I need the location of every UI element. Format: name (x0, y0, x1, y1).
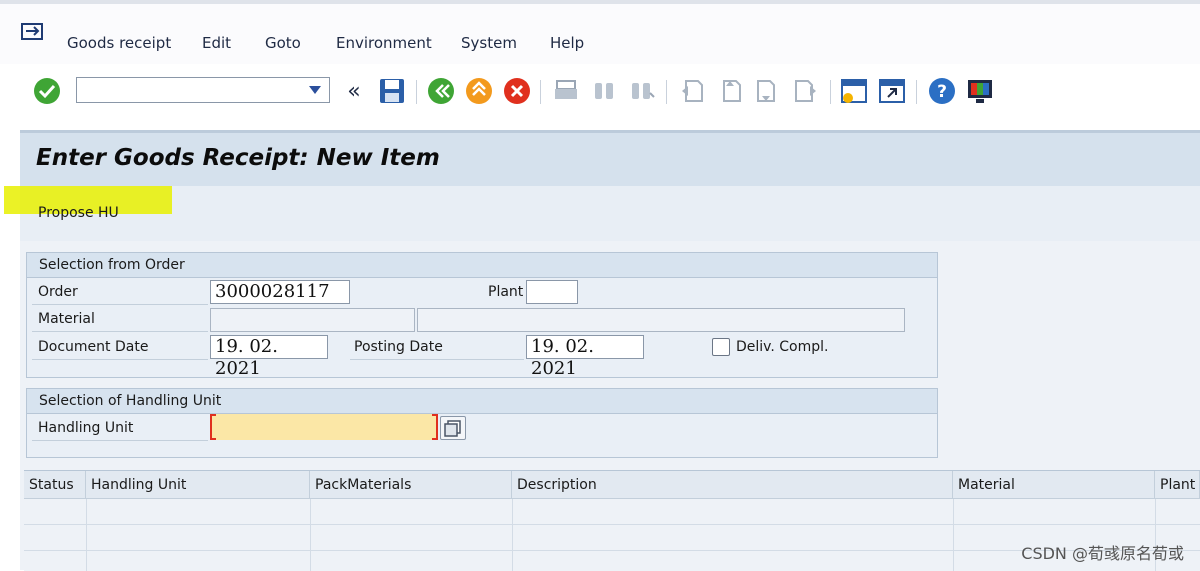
material-description-field (417, 308, 905, 332)
plant-label: Plant (488, 284, 524, 300)
watermark: CSDN @荀彧原名荀或 (1021, 544, 1184, 563)
column-header-material[interactable]: Material (953, 471, 1155, 499)
find-icon[interactable] (590, 77, 618, 105)
posting-date-field[interactable]: 19. 02. 2021 (526, 335, 644, 379)
handling-unit-field[interactable] (210, 414, 438, 440)
deliv-compl-label: Deliv. Compl. (736, 339, 829, 355)
document-date-label: Document Date (38, 339, 149, 355)
toolbar-separator (666, 80, 667, 104)
find-next-icon[interactable] (628, 77, 656, 105)
command-field[interactable] (76, 77, 330, 103)
column-header-status[interactable]: Status (24, 471, 86, 499)
next-page-icon[interactable] (754, 77, 782, 105)
toolbar-separator (416, 80, 417, 104)
last-page-icon[interactable] (792, 77, 820, 105)
order-label: Order (38, 284, 78, 300)
material-label: Material (38, 311, 95, 327)
posting-date-label: Posting Date (354, 339, 443, 355)
label-underline (32, 440, 208, 441)
toolbar-separator (540, 80, 541, 104)
menu-environment[interactable]: Environment (336, 34, 432, 52)
order-field[interactable]: 3000028117 (210, 280, 350, 304)
previous-page-icon[interactable] (716, 77, 744, 105)
menu-bar: Goods receipt Edit Goto Environment Syst… (0, 0, 1200, 64)
double-chevron-left-icon[interactable]: « (340, 77, 368, 105)
create-session-icon[interactable] (840, 77, 868, 105)
label-underline (32, 359, 208, 360)
handling-unit-label: Handling Unit (38, 420, 134, 436)
customize-layout-icon[interactable] (966, 77, 994, 105)
page-title: Enter Goods Receipt: New Item (36, 145, 440, 171)
label-underline (350, 359, 524, 360)
generate-shortcut-icon[interactable] (878, 77, 906, 105)
required-bracket-right (432, 414, 438, 440)
cancel-icon[interactable] (503, 77, 531, 105)
group-header: Selection of Handling Unit (27, 389, 937, 414)
toolbar-separator (830, 80, 831, 104)
save-icon[interactable] (378, 77, 406, 105)
propose-hu-button[interactable]: Propose HU (38, 205, 119, 221)
label-underline (32, 304, 208, 305)
table-row[interactable] (24, 499, 1200, 525)
document-date-field[interactable]: 19. 02. 2021 (210, 335, 328, 379)
required-bracket-left (210, 414, 216, 440)
group-selection-of-handling-unit: Selection of Handling Unit (26, 388, 938, 458)
deliv-compl-checkbox[interactable] (712, 338, 730, 356)
sap-menu-icon[interactable] (20, 22, 46, 46)
menu-goto[interactable]: Goto (265, 34, 301, 52)
column-header-handling-unit[interactable]: Handling Unit (86, 471, 310, 499)
menu-system[interactable]: System (461, 34, 517, 52)
menu-goods-receipt[interactable]: Goods receipt (67, 34, 171, 52)
first-page-icon[interactable] (678, 77, 706, 105)
column-header-packmaterials[interactable]: PackMaterials (310, 471, 512, 499)
standard-toolbar: « ? (0, 64, 1200, 118)
dropdown-icon[interactable] (309, 86, 321, 94)
column-header-description[interactable]: Description (512, 471, 953, 499)
toolbar-separator (916, 80, 917, 104)
title-bar: Enter Goods Receipt: New Item (20, 130, 1200, 186)
column-divider (953, 499, 954, 571)
value-help-icon (444, 420, 461, 437)
enter-icon[interactable] (33, 77, 61, 105)
application-toolbar (20, 186, 1200, 241)
back-icon[interactable] (427, 77, 455, 105)
column-header-plant[interactable]: Plant (1155, 471, 1200, 499)
column-divider (512, 499, 513, 571)
plant-field[interactable] (526, 280, 578, 304)
print-icon[interactable] (552, 77, 580, 105)
column-divider (86, 499, 87, 571)
svg-text:?: ? (937, 82, 947, 102)
value-help-button[interactable] (440, 416, 466, 440)
menu-edit[interactable]: Edit (202, 34, 231, 52)
label-underline (32, 331, 208, 332)
column-divider (310, 499, 311, 571)
exit-icon[interactable] (465, 77, 493, 105)
group-header: Selection from Order (27, 253, 937, 278)
help-icon[interactable]: ? (928, 77, 956, 105)
material-field (210, 308, 415, 332)
menu-help[interactable]: Help (550, 34, 584, 52)
